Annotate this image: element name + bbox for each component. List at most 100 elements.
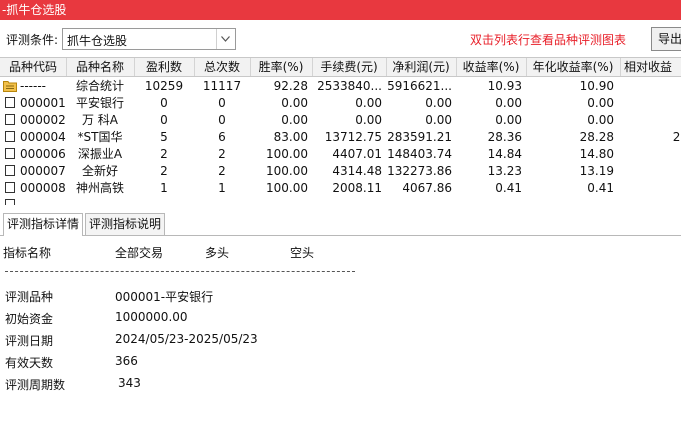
cell-name: *ST国华 (77, 130, 123, 144)
cell-return: 0.41 (495, 181, 522, 195)
cell-net-profit: 148403.74 (387, 147, 452, 161)
cell-code: 000002 (20, 113, 66, 127)
cell-fee: 2008.11 (332, 181, 382, 195)
hint-text: 双击列表行查看品种评测图表 (470, 33, 627, 47)
cell-profit-count: 0 (160, 113, 168, 127)
cell-win-rate: 83.00 (273, 130, 308, 144)
cell-win-rate: 100.00 (266, 181, 308, 195)
header-win-rate[interactable]: 胜率(%) (250, 58, 313, 76)
cell-annual-return: 0.00 (587, 113, 614, 127)
cell-total-count: 0 (218, 96, 226, 110)
cell-return: 28.36 (487, 130, 522, 144)
cell-fee: 0.00 (355, 113, 382, 127)
table-row[interactable]: 000001 平安银行 0 0 0.00 0.00 0.00 0.00 0.00… (0, 95, 681, 111)
condition-select[interactable]: 抓牛仓选股 (62, 28, 236, 50)
cell-relative-return: - (620, 180, 681, 196)
cell-total-count: 2 (218, 147, 226, 161)
cell-net-profit: 0.00 (425, 96, 452, 110)
cell-name: 综合统计 (75, 79, 124, 93)
cell-relative-return: 1 (620, 163, 681, 179)
table-header: 品种代码 品种名称 盈利数 总次数 胜率(%) 手续费(元) 净利润(元) 收益… (0, 57, 681, 77)
tab-indicator-details[interactable]: 评测指标详情 (3, 213, 84, 236)
cell-relative-return: 0 (620, 95, 681, 111)
cell-annual-return: 0.41 (587, 181, 614, 195)
cell-net-profit: 0.00 (425, 113, 452, 127)
cell-return: 14.84 (487, 147, 522, 161)
cell-fee: 2533840... (317, 79, 382, 93)
header-name[interactable]: 品种名称 (66, 58, 135, 76)
table-row[interactable]: ------ 综合统计 10259 11117 92.28 2533840...… (0, 78, 681, 94)
detail-value: 343 (118, 376, 141, 390)
cell-relative-return: 25 (672, 130, 681, 144)
detail-label: 评测品种 (5, 290, 54, 304)
cell-name: 深振业A (77, 147, 123, 161)
table-row[interactable]: 000007 全新好 2 2 100.00 4314.48 132273.86 … (0, 163, 681, 179)
row-checkbox[interactable] (5, 97, 15, 108)
cell-code: 000001 (20, 96, 66, 110)
table-row[interactable]: 000004 *ST国华 5 6 83.00 13712.75 283591.2… (0, 129, 681, 145)
cell-total-count: 2 (218, 164, 226, 178)
cell-profit-count: 10259 (144, 79, 184, 93)
condition-value: 抓牛仓选股 (67, 34, 128, 48)
header-net-profit[interactable]: 净利润(元) (386, 58, 457, 76)
cell-name: 平安银行 (75, 96, 124, 110)
row-checkbox[interactable] (5, 114, 15, 125)
table-row-partial[interactable] (0, 197, 681, 205)
cell-total-count: 6 (218, 130, 226, 144)
cell-profit-count: 0 (160, 96, 168, 110)
detail-col-all: 全部交易 (115, 246, 164, 260)
cell-win-rate: 100.00 (266, 164, 308, 178)
cell-net-profit: 5916621... (387, 79, 452, 93)
detail-label: 评测周期数 (5, 378, 66, 392)
cell-total-count: 11117 (202, 79, 242, 93)
cell-annual-return: 14.80 (579, 147, 614, 161)
cell-total-count: 1 (218, 181, 226, 195)
results-table: 品种代码 品种名称 盈利数 总次数 胜率(%) 手续费(元) 净利润(元) 收益… (0, 57, 681, 205)
cell-fee: 13712.75 (324, 130, 382, 144)
cell-profit-count: 1 (160, 181, 168, 195)
cell-fee: 0.00 (355, 96, 382, 110)
detail-tabs: 评测指标详情 评测指标说明 (0, 213, 681, 236)
table-row[interactable]: 000002 万 科A 0 0 0.00 0.00 0.00 0.00 0.00… (0, 112, 681, 128)
header-code[interactable]: 品种代码 (0, 58, 67, 76)
header-return[interactable]: 收益率(%) (456, 58, 527, 76)
toolbar: 评测条件: 抓牛仓选股 双击列表行查看品种评测图表 导出 (0, 20, 681, 56)
row-checkbox[interactable] (5, 131, 15, 142)
tab-indicator-description[interactable]: 评测指标说明 (85, 213, 166, 235)
detail-col-name: 指标名称 (3, 246, 52, 260)
cell-profit-count: 2 (160, 147, 168, 161)
cell-win-rate: 100.00 (266, 147, 308, 161)
cell-relative-return: 1 (620, 146, 681, 162)
header-relative-return[interactable]: 相对收益 (620, 58, 681, 76)
cell-name: 全新好 (81, 164, 118, 178)
cell-code: 000007 (20, 164, 66, 178)
header-profit-count[interactable]: 盈利数 (134, 58, 195, 76)
cell-win-rate: 0.00 (281, 96, 308, 110)
cell-return: 10.93 (487, 79, 522, 93)
header-total-count[interactable]: 总次数 (194, 58, 251, 76)
cell-win-rate: 92.28 (273, 79, 308, 93)
detail-value: 1000000.00 (115, 310, 188, 324)
cell-code: 000008 (20, 181, 66, 195)
cell-total-count: 0 (218, 113, 226, 127)
cell-net-profit: 4067.86 (402, 181, 452, 195)
cell-annual-return: 13.19 (579, 164, 614, 178)
table-row[interactable]: 000008 神州高铁 1 1 100.00 2008.11 4067.86 0… (0, 180, 681, 196)
cell-net-profit: 132273.86 (387, 164, 452, 178)
export-button[interactable]: 导出 (651, 27, 681, 51)
table-row[interactable]: 000006 深振业A 2 2 100.00 4407.01 148403.74… (0, 146, 681, 162)
row-checkbox[interactable] (5, 199, 15, 205)
header-fee[interactable]: 手续费(元) (312, 58, 387, 76)
cell-annual-return: 10.90 (579, 79, 614, 93)
cell-annual-return: 28.28 (579, 130, 614, 144)
row-checkbox[interactable] (5, 182, 15, 193)
folder-icon (3, 80, 17, 95)
header-annual-return[interactable]: 年化收益率(%) (526, 58, 621, 76)
cell-annual-return: 0.00 (587, 96, 614, 110)
chevron-down-icon[interactable] (216, 29, 235, 49)
row-checkbox[interactable] (5, 165, 15, 176)
cell-code: 000006 (20, 147, 66, 161)
detail-col-long: 多头 (205, 246, 230, 260)
row-checkbox[interactable] (5, 148, 15, 159)
detail-value: 366 (115, 354, 138, 368)
